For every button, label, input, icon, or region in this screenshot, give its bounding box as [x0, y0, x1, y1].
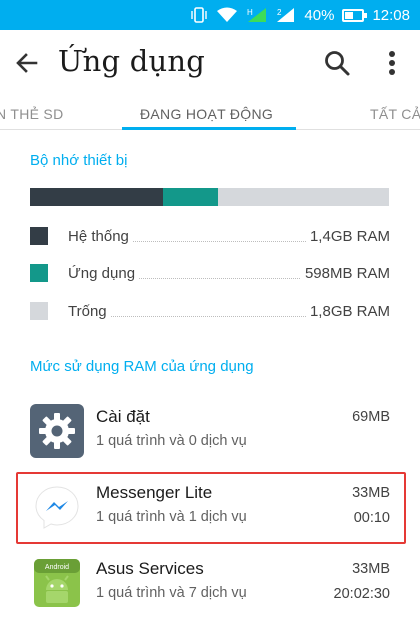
ram-usage-heading: Mức sử dụng RAM của ứng dụng — [30, 358, 254, 375]
status-time: 12:08 — [372, 6, 410, 24]
app-ram-size: 33MB — [352, 561, 390, 577]
signal-icon: H — [246, 6, 268, 24]
messenger-icon — [30, 480, 84, 534]
battery-percent: 40% — [304, 6, 335, 24]
page-title: Ứng dụng — [58, 44, 205, 78]
status-icons: H 2 40% 12:08 — [190, 0, 410, 30]
app-row-asus-services[interactable]: Android Asus Services 1 quá trình và 7 d… — [0, 550, 420, 620]
tab-running[interactable]: ĐANG HOẠT ĐỘNG — [140, 106, 273, 122]
app-run-time: 20:02:30 — [333, 586, 390, 602]
app-ram-size: 33MB — [352, 485, 390, 501]
memory-bar-apps — [162, 188, 219, 206]
android-icon: Android — [30, 556, 84, 610]
tab-all[interactable]: TẤT CẢ — [370, 106, 420, 122]
app-row-settings[interactable]: Cài đặt 1 quá trình và 0 dịch vụ 69MB — [0, 398, 420, 468]
legend-value: 1,4GB RAM — [305, 228, 390, 245]
memory-bar — [30, 188, 389, 206]
legend-swatch-apps — [30, 264, 48, 282]
legend-swatch-free — [30, 302, 48, 320]
app-process-info: 1 quá trình và 1 dịch vụ — [96, 509, 247, 525]
app-ram-size: 69MB — [352, 409, 390, 425]
app-name: Asus Services — [96, 559, 204, 578]
app-name: Cài đặt — [96, 407, 150, 426]
app-process-info: 1 quá trình và 7 dịch vụ — [96, 585, 247, 601]
android-badge-text: Android — [45, 564, 69, 571]
memory-bar-free — [218, 188, 389, 206]
settings-gear-icon — [30, 404, 84, 458]
more-vert-icon[interactable] — [378, 46, 406, 80]
search-icon[interactable] — [320, 46, 354, 80]
legend-system: Hệ thống 1,4GB RAM — [30, 227, 390, 247]
tab-indicator — [122, 127, 296, 130]
legend-free: Trống 1,8GB RAM — [30, 302, 390, 322]
arrow-left-icon[interactable] — [10, 46, 44, 80]
wifi-icon — [216, 7, 238, 23]
app-bar: Ứng dụng — [0, 30, 420, 96]
tab-sd-card[interactable]: N THẺ SD — [0, 106, 64, 122]
legend-swatch-system — [30, 227, 48, 245]
svg-text:2: 2 — [277, 8, 282, 17]
device-memory-heading: Bộ nhớ thiết bị — [30, 152, 128, 169]
app-process-info: 1 quá trình và 0 dịch vụ — [96, 433, 247, 449]
battery-icon — [342, 8, 368, 22]
vibrate-icon — [190, 7, 208, 23]
legend-label: Ứng dụng — [68, 265, 140, 282]
legend-label: Trống — [68, 303, 111, 320]
app-name: Messenger Lite — [96, 483, 213, 502]
legend-value: 1,8GB RAM — [305, 303, 390, 320]
legend-value: 598MB RAM — [300, 265, 390, 282]
app-row-messenger-lite[interactable]: Messenger Lite 1 quá trình và 1 dịch vụ … — [0, 474, 420, 544]
legend-label: Hệ thống — [68, 228, 133, 245]
svg-text:H: H — [247, 8, 253, 17]
app-run-time: 00:10 — [353, 510, 390, 526]
status-bar: H 2 40% 12:08 — [0, 0, 420, 30]
legend-apps: Ứng dụng 598MB RAM — [30, 264, 390, 284]
tab-bar: N THẺ SD ĐANG HOẠT ĐỘNG TẤT CẢ — [0, 96, 420, 130]
signal-2-icon: 2 — [276, 6, 296, 24]
memory-bar-system — [30, 188, 163, 206]
